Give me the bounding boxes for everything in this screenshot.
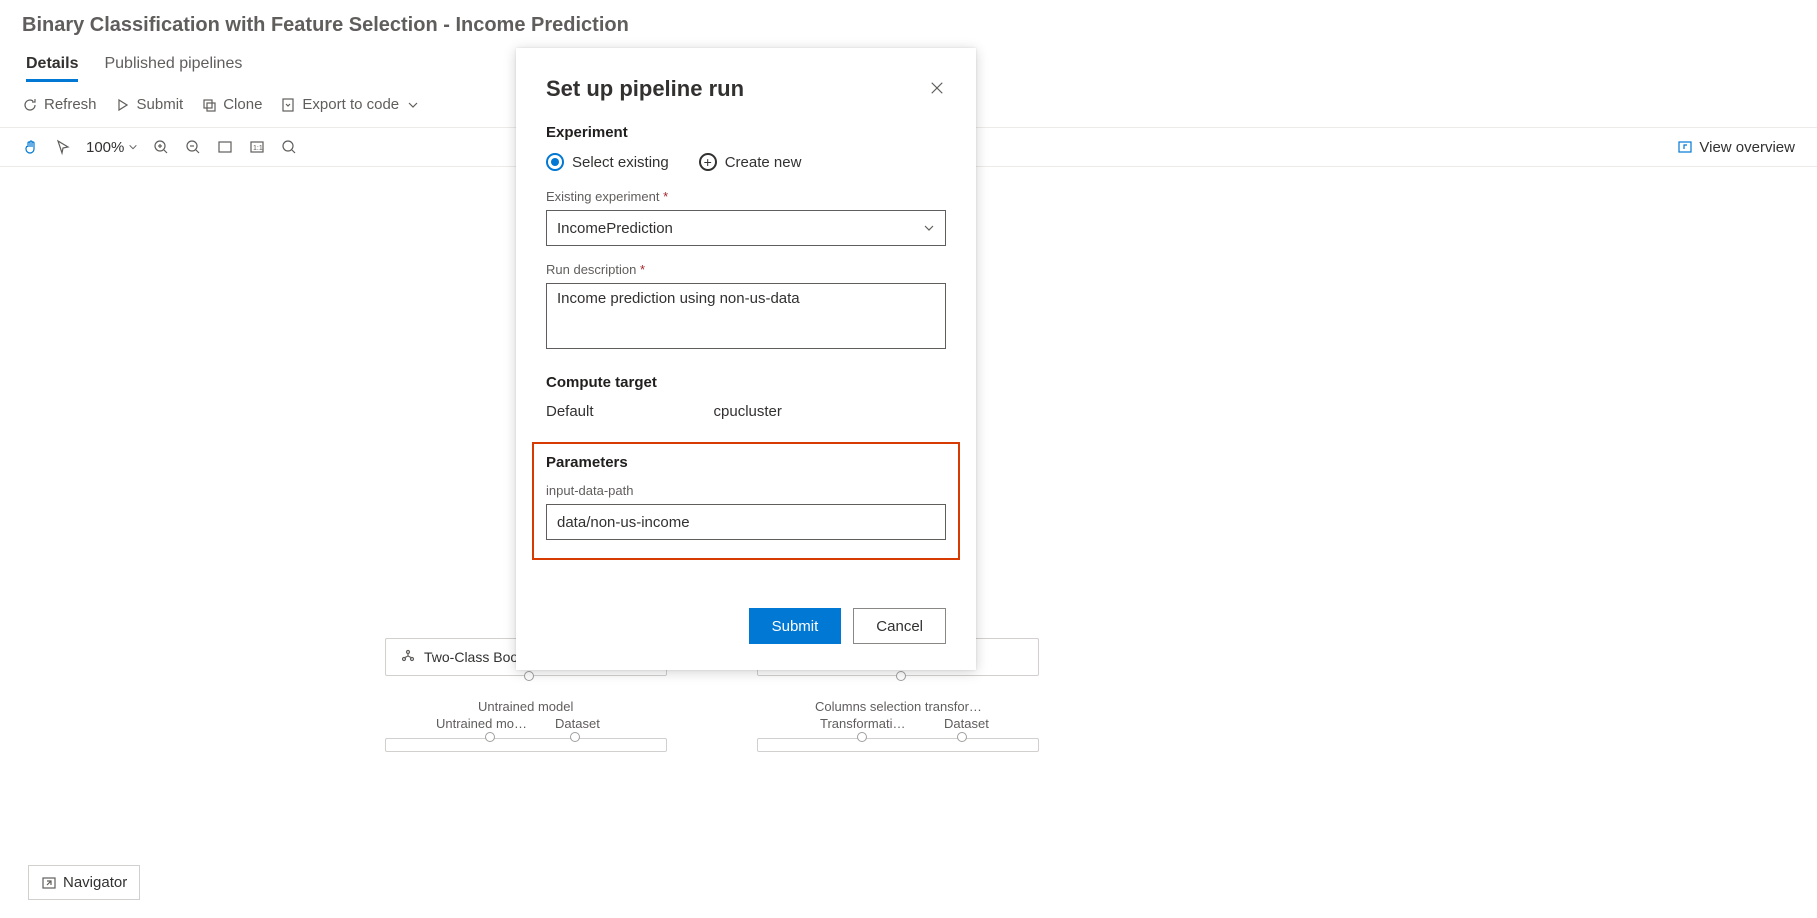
run-description-label: Run description * <box>546 262 946 277</box>
chevron-down-icon <box>923 222 935 234</box>
play-icon <box>115 97 131 113</box>
navigator-button[interactable]: Navigator <box>28 865 140 900</box>
run-description-input[interactable]: Income prediction using non-us-data <box>546 283 946 349</box>
view-overview-label: View overview <box>1699 139 1795 156</box>
refresh-button[interactable]: Refresh <box>22 96 97 113</box>
parameter-name-label: input-data-path <box>546 483 946 498</box>
input-port[interactable] <box>857 732 867 742</box>
select-value: IncomePrediction <box>557 220 673 237</box>
cursor-tool-icon[interactable] <box>54 138 72 156</box>
clone-button[interactable]: Clone <box>201 96 262 113</box>
one-to-one-icon[interactable]: 1:1 <box>248 138 266 156</box>
export-label: Export to code <box>302 96 399 113</box>
svg-text:1:1: 1:1 <box>253 145 263 152</box>
parameter-value-input[interactable] <box>546 504 946 540</box>
zoom-out-icon[interactable] <box>184 138 202 156</box>
port-label: Dataset <box>555 716 600 731</box>
zoom-level[interactable]: 100% <box>86 139 138 156</box>
zoom-value: 100% <box>86 139 124 156</box>
radio-label: Create new <box>725 154 802 171</box>
chevron-down-icon <box>128 142 138 152</box>
refresh-label: Refresh <box>44 96 97 113</box>
output-port[interactable] <box>896 671 906 681</box>
parameters-label: Parameters <box>546 454 946 471</box>
search-icon[interactable] <box>280 138 298 156</box>
export-to-code-button[interactable]: Export to code <box>280 96 421 113</box>
parameters-highlight-box: Parameters input-data-path <box>532 442 960 560</box>
setup-pipeline-modal: Set up pipeline run Experiment Select ex… <box>516 48 976 670</box>
fit-screen-icon[interactable] <box>216 138 234 156</box>
radio-create-new[interactable]: Create new <box>699 153 802 171</box>
zoom-in-icon[interactable] <box>152 138 170 156</box>
export-icon <box>280 97 296 113</box>
compute-target-label: Compute target <box>546 374 946 391</box>
view-overview-button[interactable]: View overview <box>1677 139 1795 156</box>
pipeline-node-partial[interactable] <box>757 738 1039 752</box>
hand-tool-icon[interactable] <box>22 138 40 156</box>
radio-select-existing[interactable]: Select existing <box>546 153 669 171</box>
page-title: Binary Classification with Feature Selec… <box>0 0 1817 45</box>
tree-icon <box>400 649 416 665</box>
submit-button[interactable]: Submit <box>115 96 184 113</box>
refresh-icon <box>22 97 38 113</box>
modal-title: Set up pipeline run <box>546 76 744 102</box>
overview-icon <box>1677 139 1693 155</box>
navigator-icon <box>41 875 57 891</box>
output-port[interactable] <box>524 671 534 681</box>
pipeline-node-partial[interactable] <box>385 738 667 752</box>
navigator-label: Navigator <box>63 874 127 891</box>
radio-plus-icon <box>699 153 717 171</box>
chevron-down-icon <box>405 97 421 113</box>
modal-submit-button[interactable]: Submit <box>749 608 842 644</box>
clone-label: Clone <box>223 96 262 113</box>
compute-target-value: cpucluster <box>714 403 782 420</box>
input-port[interactable] <box>485 732 495 742</box>
radio-label: Select existing <box>572 154 669 171</box>
port-label: Transformati… <box>820 716 905 731</box>
submit-label: Submit <box>137 96 184 113</box>
close-icon[interactable] <box>930 81 946 97</box>
experiment-section-label: Experiment <box>546 124 946 141</box>
existing-experiment-select[interactable]: IncomePrediction <box>546 210 946 246</box>
input-port[interactable] <box>957 732 967 742</box>
radio-icon <box>546 153 564 171</box>
input-port[interactable] <box>570 732 580 742</box>
existing-experiment-label: Existing experiment * <box>546 189 946 204</box>
compute-default-label: Default <box>546 403 594 420</box>
port-label: Dataset <box>944 716 989 731</box>
port-label: Columns selection transfor… <box>815 699 982 714</box>
port-label: Untrained mo… <box>436 716 527 731</box>
port-label: Untrained model <box>478 699 573 714</box>
tab-published-pipelines[interactable]: Published pipelines <box>104 55 242 82</box>
tab-details[interactable]: Details <box>26 55 78 82</box>
modal-cancel-button[interactable]: Cancel <box>853 608 946 644</box>
clone-icon <box>201 97 217 113</box>
